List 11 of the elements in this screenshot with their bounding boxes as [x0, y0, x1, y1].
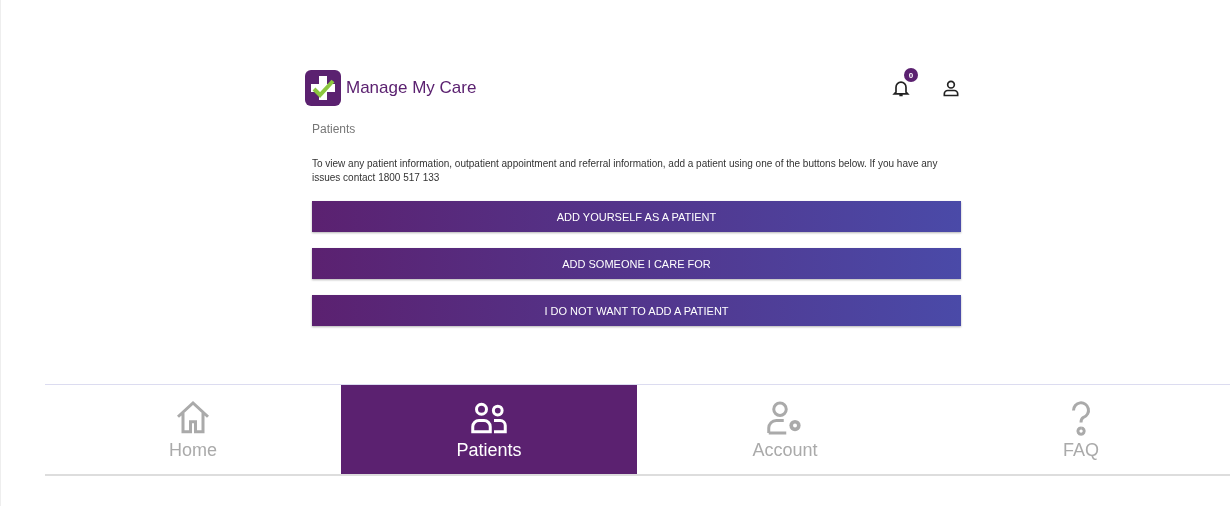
intro-text: To view any patient information, outpatient appointment and referral information, add a patient using one of the buttons below. If you have any issues contact 1800 517 133: [312, 157, 939, 185]
page-title: Patients: [312, 122, 357, 136]
notification-badge: 0: [904, 68, 918, 82]
action-button[interactable]: ADD YOURSELF AS A PATIENT: [312, 201, 961, 232]
action-button[interactable]: ADD SOMEONE I CARE FOR: [312, 248, 961, 279]
app-title: Manage My Care: [346, 78, 477, 98]
user-icon[interactable]: [941, 78, 961, 98]
nav-tab[interactable]: Patients: [341, 385, 637, 474]
logo-icon: [305, 70, 341, 106]
action-button[interactable]: I DO NOT WANT TO ADD A PATIENT: [312, 295, 961, 326]
bell-icon[interactable]: [891, 78, 911, 98]
